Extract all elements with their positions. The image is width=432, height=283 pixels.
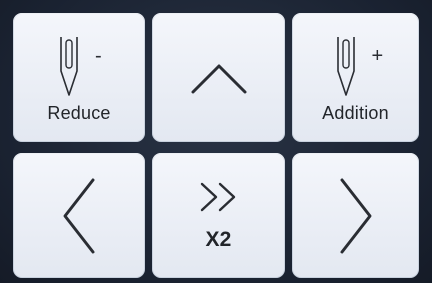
needle-icon-wrap: - bbox=[39, 31, 119, 99]
needle-icon bbox=[60, 37, 78, 96]
needle-icon bbox=[336, 37, 355, 96]
plus-sign: + bbox=[371, 45, 384, 67]
right-button[interactable] bbox=[292, 153, 419, 278]
minus-sign: - bbox=[95, 45, 102, 67]
needle-icon-wrap: + bbox=[316, 31, 396, 99]
up-button[interactable] bbox=[152, 13, 285, 142]
chevron-left-icon bbox=[63, 178, 95, 253]
control-panel: - Reduce + Addition X2 bbox=[0, 0, 432, 283]
addition-button[interactable]: + Addition bbox=[292, 13, 419, 142]
addition-label: Addition bbox=[322, 103, 389, 123]
reduce-button[interactable]: - Reduce bbox=[13, 13, 145, 142]
speed-label: X2 bbox=[205, 227, 232, 251]
speed-x2-button[interactable]: X2 bbox=[152, 153, 285, 278]
double-chevron-right-icon bbox=[200, 182, 235, 211]
chevron-up-icon bbox=[191, 64, 246, 93]
reduce-label: Reduce bbox=[47, 103, 111, 123]
left-button[interactable] bbox=[13, 153, 145, 278]
chevron-right-icon bbox=[340, 178, 371, 253]
